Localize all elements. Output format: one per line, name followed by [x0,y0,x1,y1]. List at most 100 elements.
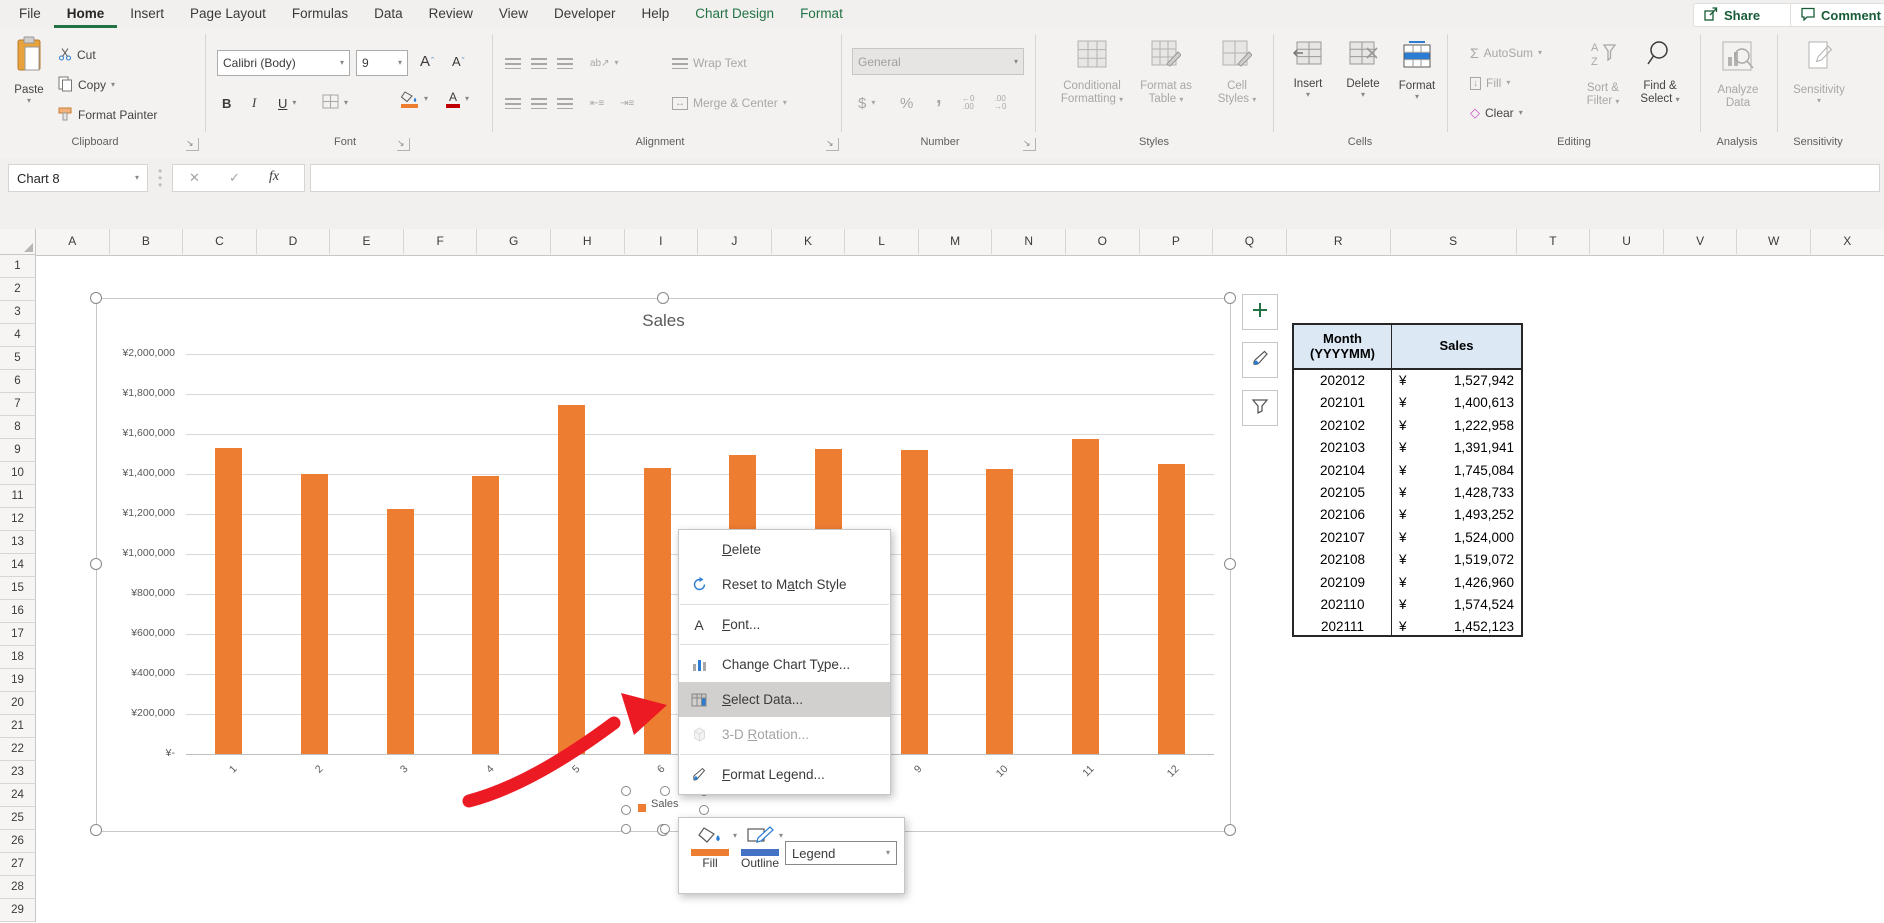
select-all-corner[interactable] [0,229,36,255]
decrease-indent-button[interactable]: ⇤≡ [590,92,604,114]
chart-styles-brush-button[interactable] [1242,342,1278,378]
column-header-P[interactable]: P [1140,229,1214,254]
column-header-H[interactable]: H [551,229,625,254]
align-middle-button[interactable] [531,52,547,74]
row-header-3[interactable]: 3 [0,301,36,324]
font-size-combobox[interactable]: 9▾ [356,50,408,76]
menu-item-select-data[interactable]: Select Data... [679,682,890,717]
share-button[interactable]: Share [1693,3,1799,27]
outline-chevron-icon[interactable]: ▾ [779,832,783,840]
sales-cell[interactable]: 1,574,524 [1454,594,1514,616]
chart-selection-handle[interactable] [1224,292,1236,304]
row-header-9[interactable]: 9 [0,439,36,462]
column-header-W[interactable]: W [1737,229,1811,254]
column-header-A[interactable]: A [36,229,110,254]
insert-cells-button[interactable]: Insert ▾ [1280,40,1336,99]
row-header-8[interactable]: 8 [0,416,36,439]
conditional-formatting-button[interactable]: Conditional Formatting ▾ [1056,40,1128,106]
column-header-M[interactable]: M [919,229,993,254]
merge-center-button[interactable]: ↔Merge & Center▾ [672,92,787,114]
chart-selection-handle[interactable] [90,292,102,304]
bar-10[interactable] [986,469,1013,754]
analyze-data-button[interactable]: Analyze Data [1706,40,1770,110]
increase-indent-button[interactable]: ⇥≡ [620,92,634,114]
bar-3[interactable] [387,509,414,754]
table-row[interactable]: 202111¥1,452,123 [1294,616,1521,638]
chart-selection-handle[interactable] [1224,824,1236,836]
row-header-24[interactable]: 24 [0,784,36,807]
chart-title[interactable]: Sales [97,311,1230,331]
table-row[interactable]: 202110¥1,574,524 [1294,594,1521,616]
copy-button[interactable]: Copy ▾ [58,74,115,96]
fill-color-button[interactable]: ▾ [400,88,428,110]
borders-button[interactable]: ▾ [322,92,348,114]
outline-button[interactable]: Outline [741,826,779,870]
table-row[interactable]: 202109¥1,426,960 [1294,572,1521,594]
menu-item-font[interactable]: AFont... [679,607,890,642]
month-cell[interactable]: 202012 [1294,370,1391,392]
column-header-Q[interactable]: Q [1213,229,1287,254]
sales-cell[interactable]: 1,519,072 [1454,549,1514,571]
tab-page-layout[interactable]: Page Layout [177,0,279,28]
cut-button[interactable]: Cut [58,44,96,66]
month-cell[interactable]: 202102 [1294,415,1391,437]
underline-button[interactable]: U▾ [278,92,296,114]
bar-1[interactable] [215,448,242,754]
comments-button[interactable]: Comment [1790,3,1884,27]
month-cell[interactable]: 202104 [1294,460,1391,482]
align-right-button[interactable] [557,92,573,114]
chart-elements-plus-button[interactable] [1242,294,1278,330]
decrease-font-size-button[interactable]: Aˇ [452,50,465,72]
row-header-7[interactable]: 7 [0,393,36,416]
tab-formulas[interactable]: Formulas [279,0,361,28]
sales-cell[interactable]: 1,400,613 [1454,392,1514,414]
row-header-23[interactable]: 23 [0,761,36,784]
column-header-O[interactable]: O [1066,229,1140,254]
alignment-dialog-launcher-icon[interactable]: ↘ [826,138,839,151]
align-left-button[interactable] [505,92,521,114]
sort-filter-button[interactable]: AZ Sort & Filter ▾ [1576,40,1630,108]
bar-6[interactable] [644,468,671,754]
tab-view[interactable]: View [486,0,541,28]
tab-data[interactable]: Data [361,0,416,28]
row-header-14[interactable]: 14 [0,554,36,577]
format-as-table-button[interactable]: Format as Table ▾ [1130,40,1202,106]
month-cell[interactable]: 202111 [1294,616,1391,638]
column-header-X[interactable]: X [1811,229,1884,254]
month-cell[interactable]: 202107 [1294,527,1391,549]
tab-help[interactable]: Help [629,0,683,28]
fill-down-button[interactable]: ↓Fill▾ [1470,72,1510,94]
bar-11[interactable] [1072,439,1099,754]
italic-button[interactable]: I [252,92,256,114]
clipboard-dialog-launcher-icon[interactable]: ↘ [186,138,199,151]
formula-bar-input[interactable] [310,164,1880,192]
chart-selection-handle[interactable] [657,292,669,304]
column-header-V[interactable]: V [1664,229,1738,254]
increase-font-size-button[interactable]: Aˆ [420,50,434,72]
table-row[interactable]: 202107¥1,524,000 [1294,527,1521,549]
chart-selection-handle[interactable] [90,558,102,570]
table-row[interactable]: 202102¥1,222,958 [1294,415,1521,437]
table-header-row[interactable]: Month (YYYYMM) Sales [1294,325,1521,370]
menu-item-3-d-rotation[interactable]: 3-D Rotation... [679,717,890,752]
column-header-E[interactable]: E [330,229,404,254]
row-header-10[interactable]: 10 [0,462,36,485]
row-header-15[interactable]: 15 [0,577,36,600]
sales-cell[interactable]: 1,426,960 [1454,572,1514,594]
row-header-4[interactable]: 4 [0,324,36,347]
menu-item-delete[interactable]: Delete [679,532,890,567]
menu-item-format-legend[interactable]: Format Legend... [679,757,890,792]
sales-cell[interactable]: 1,391,941 [1454,437,1514,459]
legend-selection-handle[interactable] [621,805,631,815]
column-header-C[interactable]: C [183,229,257,254]
column-header-G[interactable]: G [477,229,551,254]
row-header-28[interactable]: 28 [0,876,36,899]
row-header-27[interactable]: 27 [0,853,36,876]
month-cell[interactable]: 202106 [1294,504,1391,526]
legend-selection-handle[interactable] [660,824,670,834]
month-cell[interactable]: 202108 [1294,549,1391,571]
chart-filters-funnel-button[interactable] [1242,390,1278,426]
legend-selection-handle[interactable] [621,824,631,834]
tab-home[interactable]: Home [54,0,118,28]
month-cell[interactable]: 202101 [1294,392,1391,414]
